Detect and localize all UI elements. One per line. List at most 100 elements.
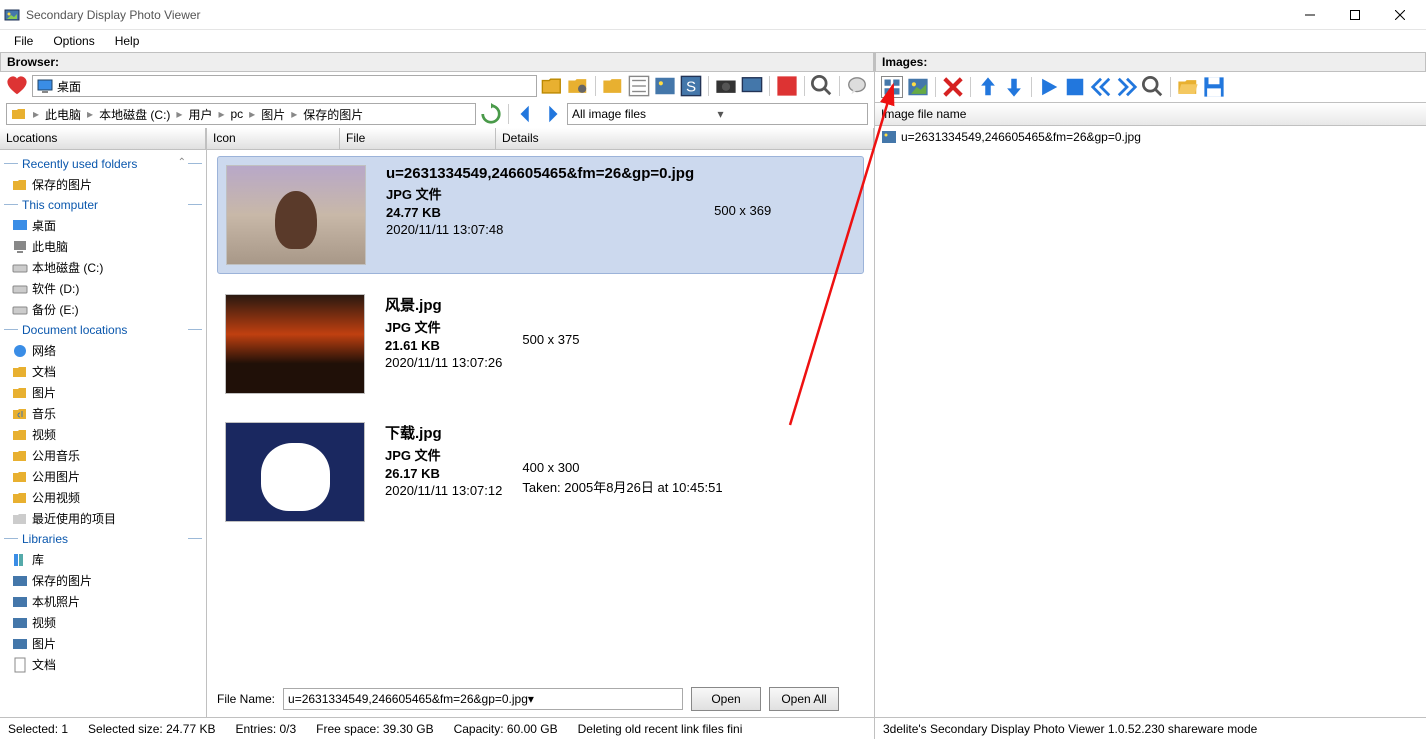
picture-icon[interactable] <box>654 75 676 97</box>
image-file-name-header[interactable]: Image file name <box>875 102 1426 126</box>
tree-item[interactable]: 此电脑 <box>0 236 206 257</box>
tree-item[interactable]: 文档 <box>0 361 206 382</box>
menu-help[interactable]: Help <box>107 32 148 50</box>
group-libraries[interactable]: Libraries <box>0 529 206 549</box>
status-free: Free space: 39.30 GB <box>316 722 433 736</box>
tree-item[interactable]: 文档 <box>0 654 206 675</box>
group-documents[interactable]: Document locations <box>0 320 206 340</box>
tree-item[interactable]: 库 <box>0 549 206 570</box>
tree-item[interactable]: 本地磁盘 (C:) <box>0 257 206 278</box>
filename-label: File Name: <box>217 692 275 706</box>
tree: Recently used folders⌃ 保存的图片 This comput… <box>0 150 206 679</box>
image-list-item[interactable]: u=2631334549,246605465&fm=26&gp=0.jpg <box>881 128 1420 146</box>
bc-4[interactable]: 图片 <box>261 106 285 123</box>
filter-text: All image files <box>572 107 718 121</box>
maximize-button[interactable] <box>1332 1 1377 29</box>
group-recent[interactable]: Recently used folders⌃ <box>0 154 206 174</box>
browser-panel: Browser: 桌面 S <box>0 52 875 739</box>
menu-options[interactable]: Options <box>45 32 102 50</box>
refresh-icon[interactable] <box>480 103 502 125</box>
tree-item[interactable]: 最近使用的项目 <box>0 508 206 529</box>
statusbar: Selected: 1 Selected size: 24.77 KB Entr… <box>0 717 874 739</box>
file-item[interactable]: u=2631334549,246605465&fm=26&gp=0.jpg JP… <box>217 156 864 274</box>
tree-item[interactable]: 音乐 <box>0 403 206 424</box>
list-view-icon[interactable] <box>628 75 650 97</box>
file-date: 2020/11/11 13:07:26 <box>385 355 502 370</box>
bc-0[interactable]: 此电脑 <box>45 106 81 123</box>
delete-icon[interactable] <box>942 76 964 98</box>
folder-open-icon[interactable] <box>541 75 563 97</box>
select-icon[interactable]: S <box>680 75 702 97</box>
down-arrow-icon[interactable] <box>1003 76 1025 98</box>
prev-icon[interactable] <box>1090 76 1112 98</box>
tree-item[interactable]: 公用视频 <box>0 487 206 508</box>
file-content: Icon File Details u=2631334549,246605465… <box>207 128 874 717</box>
back-icon[interactable] <box>515 103 537 125</box>
image-view-icon[interactable] <box>907 76 929 98</box>
tree-item[interactable]: 公用音乐 <box>0 445 206 466</box>
screen-icon[interactable] <box>741 75 763 97</box>
tree-item[interactable]: 本机照片 <box>0 591 206 612</box>
folder-options-icon[interactable] <box>567 75 589 97</box>
forward-icon[interactable] <box>541 103 563 125</box>
next-icon[interactable] <box>1116 76 1138 98</box>
play-icon[interactable] <box>1038 76 1060 98</box>
tree-item[interactable]: 公用图片 <box>0 466 206 487</box>
tree-item[interactable]: 备份 (E:) <box>0 299 206 320</box>
status-entries: Entries: 0/3 <box>235 722 296 736</box>
tree-item[interactable]: 图片 <box>0 633 206 654</box>
bc-5[interactable]: 保存的图片 <box>303 106 363 123</box>
zoom-images-icon[interactable] <box>1142 76 1164 98</box>
thumbnail <box>225 294 365 394</box>
tree-item[interactable]: 保存的图片 <box>0 570 206 591</box>
images-panel: Images: Image file name u=2631334549,246… <box>875 52 1426 739</box>
group-computer[interactable]: This computer <box>0 195 206 215</box>
image-list: u=2631334549,246605465&fm=26&gp=0.jpg <box>875 126 1426 717</box>
folder-open-images-icon[interactable] <box>1177 76 1199 98</box>
file-item[interactable]: 风景.jpg JPG 文件 21.61 KB 2020/11/11 13:07:… <box>217 286 864 402</box>
open-button[interactable]: Open <box>691 687 761 711</box>
file-type: JPG 文件 <box>386 184 694 203</box>
thumbnail <box>226 165 366 265</box>
locations-header[interactable]: Locations <box>0 128 206 149</box>
file-type: JPG 文件 <box>385 445 502 464</box>
filename-combo[interactable]: u=2631334549,246605465&fm=26&gp=0.jpg ▾ <box>283 688 683 710</box>
message-icon[interactable] <box>846 75 868 97</box>
file-item[interactable]: 下载.jpg JPG 文件 26.17 KB 2020/11/11 13:07:… <box>217 414 864 530</box>
save-icon[interactable] <box>1203 76 1225 98</box>
tree-item[interactable]: 图片 <box>0 382 206 403</box>
minimize-button[interactable] <box>1287 1 1332 29</box>
col-icon[interactable]: Icon <box>207 128 340 149</box>
stop-icon[interactable] <box>1064 76 1086 98</box>
open-all-button[interactable]: Open All <box>769 687 839 711</box>
menu-file[interactable]: File <box>6 32 41 50</box>
file-taken: Taken: 2005年8月26日 at 10:45:51 <box>522 477 722 496</box>
col-file[interactable]: File <box>340 128 496 149</box>
close-button[interactable] <box>1377 1 1422 29</box>
folder-plus-icon[interactable] <box>602 75 624 97</box>
tree-item[interactable]: 保存的图片 <box>0 174 206 195</box>
favorite-icon[interactable] <box>6 75 28 97</box>
up-arrow-icon[interactable] <box>977 76 999 98</box>
tree-item[interactable]: 桌面 <box>0 215 206 236</box>
col-details[interactable]: Details <box>496 128 874 149</box>
bc-1[interactable]: 本地磁盘 (C:) <box>99 106 170 123</box>
locations-sidebar: Locations Recently used folders⌃ 保存的图片 T… <box>0 128 207 717</box>
color-picker-icon[interactable] <box>776 75 798 97</box>
folder-icon <box>11 106 27 122</box>
bc-3[interactable]: pc <box>230 107 243 121</box>
tree-item[interactable]: 视频 <box>0 612 206 633</box>
thumbnails-icon[interactable] <box>881 76 903 98</box>
thumbnail <box>225 422 365 522</box>
tree-item[interactable]: 网络 <box>0 340 206 361</box>
tree-item[interactable]: 软件 (D:) <box>0 278 206 299</box>
file-filter-combo[interactable]: All image files ▾ <box>567 103 868 125</box>
tree-item[interactable]: 视频 <box>0 424 206 445</box>
zoom-icon[interactable] <box>811 75 833 97</box>
location-combo[interactable]: 桌面 <box>32 75 537 97</box>
file-name: 下载.jpg <box>385 422 502 443</box>
bc-2[interactable]: 用户 <box>188 106 212 123</box>
camera-icon[interactable] <box>715 75 737 97</box>
status-selected: Selected: 1 <box>8 722 68 736</box>
breadcrumb[interactable]: ▸此电脑 ▸本地磁盘 (C:) ▸用户 ▸pc ▸图片 ▸保存的图片 <box>6 103 476 125</box>
